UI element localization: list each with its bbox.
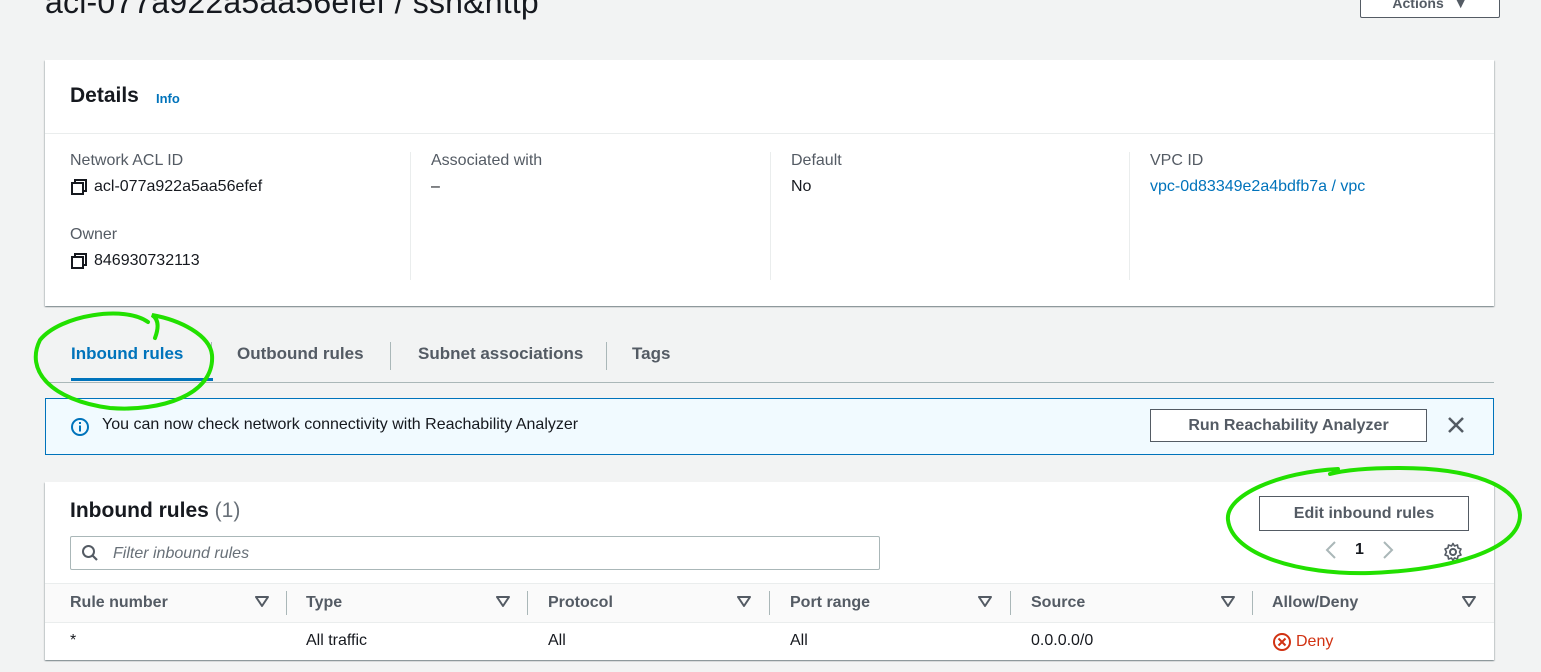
caret-down-icon: ▼	[1453, 0, 1468, 11]
actions-button[interactable]: Actions ▼	[1360, 0, 1500, 18]
tab-divider	[606, 342, 607, 370]
cell-type: All traffic	[306, 632, 368, 649]
column-divider	[1010, 591, 1011, 615]
col-source[interactable]: Source	[1031, 594, 1085, 612]
table-row: * All traffic All All 0.0.0.0/0 Deny	[45, 622, 1494, 660]
search-icon	[82, 545, 98, 561]
network-acl-id-value: acl-077a922a5aa56efef	[94, 178, 263, 195]
tab-divider	[211, 342, 212, 370]
sort-caret-icon[interactable]	[737, 595, 751, 613]
rules-count: (1)	[214, 499, 241, 522]
inbound-rules-panel: Inbound rules (1) Edit inbound rules 1 R…	[45, 482, 1494, 660]
close-icon[interactable]	[1446, 415, 1466, 435]
info-link[interactable]: Info	[156, 91, 180, 106]
details-title: Details	[70, 84, 139, 107]
tab-bar: Inbound rules Outbound rules Subnet asso…	[45, 324, 1494, 383]
tab-tags[interactable]: Tags	[632, 344, 670, 364]
column-divider	[1252, 591, 1253, 615]
network-acl-id-label: Network ACL ID	[70, 152, 184, 169]
inbound-rules-title: Inbound rules (1)	[70, 499, 240, 523]
table-header: Rule number Type Protocol Port range Sou…	[45, 583, 1494, 623]
col-type[interactable]: Type	[306, 594, 342, 612]
owner-value: 846930732113	[94, 252, 200, 269]
info-banner: You can now check network connectivity w…	[45, 398, 1494, 455]
cell-protocol: All	[548, 632, 566, 649]
owner-label: Owner	[70, 226, 118, 243]
col-port-range[interactable]: Port range	[790, 594, 870, 612]
copy-icon[interactable]	[70, 252, 88, 270]
column-divider	[527, 591, 528, 615]
tab-inbound-rules[interactable]: Inbound rules	[71, 344, 183, 364]
chevron-right-icon[interactable]	[1382, 540, 1394, 560]
deny-label: Deny	[1296, 633, 1334, 650]
filter-input[interactable]	[111, 541, 865, 567]
sort-caret-icon[interactable]	[1221, 595, 1235, 613]
vpc-column: VPC ID vpc-0d83349e2a4bdfb7a / vpc	[1129, 152, 1490, 280]
tab-subnet-associations[interactable]: Subnet associations	[418, 344, 583, 364]
vpc-link[interactable]: vpc-0d83349e2a4bdfb7a / vpc	[1150, 178, 1365, 196]
column-divider	[286, 591, 287, 615]
associated-label: Associated with	[431, 152, 543, 169]
actions-label: Actions	[1392, 0, 1444, 11]
default-label: Default	[791, 152, 842, 169]
details-panel: Details Info Network ACL ID acl-077a922a…	[45, 60, 1494, 306]
banner-message: You can now check network connectivity w…	[102, 416, 579, 433]
col-rule-number[interactable]: Rule number	[70, 594, 168, 612]
default-value: No	[791, 178, 812, 195]
run-reachability-analyzer-button[interactable]: Run Reachability Analyzer	[1150, 409, 1427, 442]
pagination: 1	[1325, 540, 1394, 560]
tab-divider	[390, 342, 391, 370]
copy-icon[interactable]	[70, 178, 88, 196]
details-header: Details Info	[45, 60, 1494, 134]
sort-caret-icon[interactable]	[255, 595, 269, 613]
acl-id-column: Network ACL ID acl-077a922a5aa56efef Own…	[70, 152, 410, 270]
sort-caret-icon[interactable]	[978, 595, 992, 613]
active-tab-indicator	[71, 378, 213, 381]
associated-column: Associated with –	[410, 152, 771, 280]
column-divider	[769, 591, 770, 615]
col-protocol[interactable]: Protocol	[548, 594, 613, 612]
info-icon	[71, 418, 89, 436]
filter-box	[70, 536, 880, 570]
cell-rule-number: *	[70, 632, 77, 649]
edit-inbound-rules-button[interactable]: Edit inbound rules	[1259, 496, 1469, 531]
sort-caret-icon[interactable]	[1462, 595, 1476, 613]
chevron-left-icon[interactable]	[1325, 540, 1337, 560]
cell-source: 0.0.0.0/0	[1031, 632, 1094, 649]
default-column: Default No	[770, 152, 1131, 280]
page-title: acl-077a922a5aa56efef / ssh&http	[45, 0, 539, 20]
cell-allow-deny: Deny	[1272, 632, 1333, 652]
associated-value: –	[431, 178, 440, 195]
cell-port-range: All	[790, 632, 808, 649]
vpc-id-label: VPC ID	[1150, 152, 1204, 169]
settings-gear-icon[interactable]	[1443, 542, 1463, 562]
sort-caret-icon[interactable]	[496, 595, 510, 613]
tab-outbound-rules[interactable]: Outbound rules	[237, 344, 364, 364]
col-allow-deny[interactable]: Allow/Deny	[1272, 594, 1358, 612]
deny-icon	[1273, 633, 1291, 651]
inbound-rules-title-text: Inbound rules	[70, 499, 209, 522]
current-page[interactable]: 1	[1355, 541, 1364, 559]
